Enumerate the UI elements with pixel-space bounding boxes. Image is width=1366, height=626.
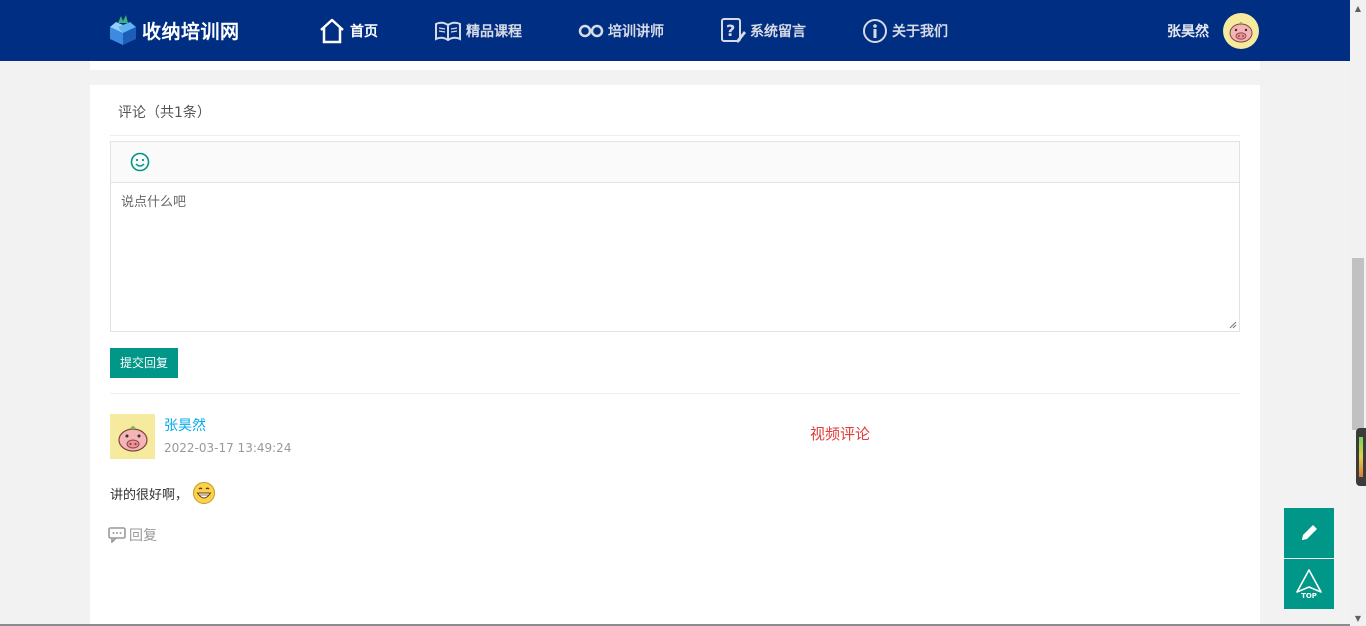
info-icon	[863, 18, 887, 43]
comment-card: 评论（共1条） 提交回复	[90, 85, 1260, 626]
nav-home-label: 首页	[350, 23, 378, 40]
write-comment-button[interactable]	[1284, 508, 1334, 558]
site-logo[interactable]: 收纳培训网	[106, 12, 240, 48]
top-header: 收纳培训网 首页 精品课程 培训讲师 ? 系统留言 关于我们 张昊然	[0, 0, 1350, 61]
comment-input[interactable]	[111, 183, 1239, 331]
scrollbar-thumb[interactable]	[1352, 258, 1364, 430]
nav-about-label: 关于我们	[892, 23, 948, 40]
nav-home[interactable]: 首页	[318, 0, 378, 61]
nav-trainers-label: 培训讲师	[608, 23, 664, 40]
comment-author[interactable]: 张昊然	[164, 415, 206, 435]
home-icon	[320, 18, 344, 43]
divider	[110, 393, 1240, 394]
back-to-top-button[interactable]: TOP	[1284, 559, 1334, 609]
grinning-face-icon	[193, 482, 216, 504]
comment-content: 讲的很好啊，	[110, 481, 216, 505]
page-scrollbar[interactable]: ▲ ▼	[1350, 0, 1366, 626]
avatar[interactable]	[110, 414, 155, 459]
nav-trainers[interactable]: 培训讲师	[578, 0, 664, 61]
comment-type-label: 视频评论	[810, 425, 871, 443]
nav-courses-label: 精品课程	[466, 23, 522, 40]
logo-text: 收纳培训网	[142, 20, 240, 43]
top-label: TOP	[1301, 592, 1317, 600]
scroll-up-icon[interactable]: ▲	[1350, 0, 1366, 16]
comment-text: 讲的很好啊，	[110, 487, 189, 503]
pencil-icon	[1302, 525, 1317, 540]
reply-label: 回复	[129, 528, 157, 544]
svg-text:?: ?	[726, 21, 735, 40]
main-nav: 首页 精品课程 培训讲师 ? 系统留言 关于我们	[318, 0, 1004, 61]
nav-messages-label: 系统留言	[750, 23, 806, 40]
pig-avatar-icon[interactable]	[1223, 13, 1259, 49]
nav-messages[interactable]: ? 系统留言	[720, 0, 806, 61]
side-widget[interactable]	[1356, 428, 1366, 486]
scroll-down-icon[interactable]: ▼	[1350, 610, 1366, 626]
editor-toolbar	[111, 142, 1239, 183]
user-menu[interactable]: 张昊然	[1167, 13, 1259, 49]
book-icon	[435, 21, 461, 41]
logo-box-icon	[106, 13, 140, 47]
reply-button[interactable]: 回复	[108, 525, 157, 545]
question-note-icon: ?	[721, 17, 746, 43]
comment-count-title: 评论（共1条）	[118, 105, 211, 121]
divider	[110, 135, 1240, 136]
glasses-icon	[578, 24, 604, 37]
comment-editor	[110, 141, 1240, 332]
nav-about[interactable]: 关于我们	[862, 0, 948, 61]
comment-time: 2022-03-17 13:49:24	[164, 441, 292, 455]
comment-bubble-icon	[108, 527, 126, 543]
smiley-icon[interactable]	[129, 151, 151, 173]
header-user-name: 张昊然	[1167, 24, 1209, 40]
submit-reply-button[interactable]: 提交回复	[110, 348, 179, 378]
resize-grip-icon[interactable]	[1229, 321, 1237, 329]
nav-courses[interactable]: 精品课程	[434, 0, 522, 61]
